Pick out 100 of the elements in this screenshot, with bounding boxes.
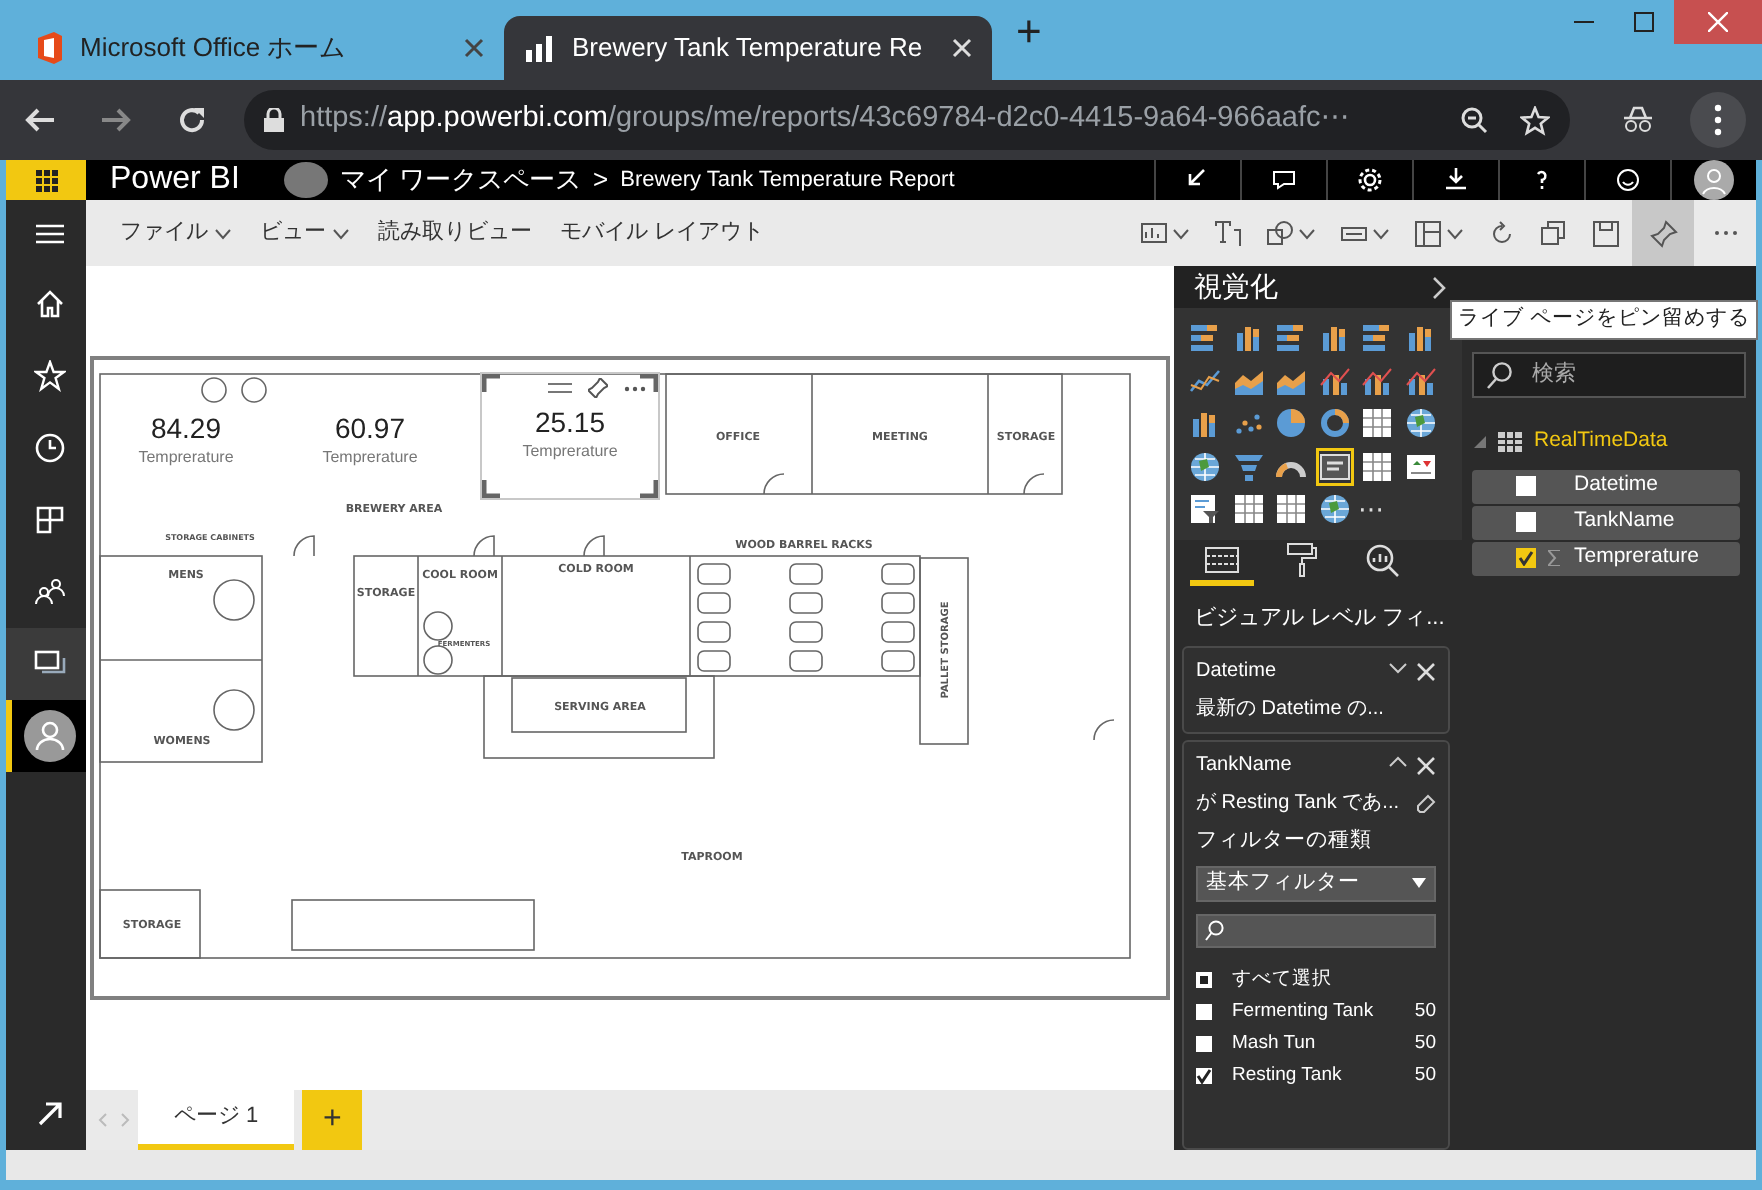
filter-card[interactable]: TankName が Resting Tank であ... フィルターの種類 基本フィルター すべて選択 Fermenting Tank 50 Mash Tun 50 Resting Tank 50 (1182, 740, 1450, 1150)
sigma-icon (1548, 550, 1562, 567)
eraser-icon[interactable] (1416, 793, 1436, 813)
back-icon[interactable] (24, 104, 56, 136)
page-tab[interactable]: ページ 1 (138, 1090, 295, 1150)
globe-icon[interactable] (1315, 490, 1353, 529)
address-bar[interactable]: https://app.powerbi.com/groups/me/reports/43c69784-d2c0-4415-9a64-966aafc⋯ (244, 90, 1570, 150)
more-icon[interactable] (624, 385, 646, 391)
maximize-icon[interactable] (1634, 12, 1654, 32)
star-icon[interactable] (1520, 105, 1550, 135)
menu-button[interactable]: モバイル レイアウト (546, 216, 779, 250)
pie-chart-icon[interactable] (1272, 404, 1310, 443)
menu-button[interactable]: ビュー (246, 216, 364, 250)
pane-title: 視覚化 (1194, 268, 1278, 306)
table-icon[interactable] (1358, 447, 1396, 486)
account-avatar-icon[interactable] (1692, 160, 1736, 200)
tooltip: ライブ ページをピン留めする (1450, 300, 1758, 340)
expanded-triangle-icon[interactable] (1474, 435, 1486, 448)
refresh-icon (1488, 219, 1516, 247)
field-item[interactable]: TankName (1472, 505, 1740, 540)
caret-icon (1298, 227, 1316, 239)
browser-tab[interactable]: Microsoft Office ホーム (16, 16, 504, 80)
drag-icon[interactable] (548, 380, 572, 396)
filter-type-dropdown[interactable]: 基本フィルター (1196, 865, 1436, 902)
app-launcher-button[interactable] (6, 160, 86, 200)
comment-icon[interactable] (1272, 168, 1296, 192)
menu-button[interactable]: ファイル (106, 216, 246, 250)
pin-icon[interactable] (588, 378, 608, 398)
forward-icon[interactable] (100, 104, 132, 136)
smiley-icon[interactable] (1616, 168, 1640, 192)
settings-icon[interactable] (1358, 168, 1382, 192)
dropdown-arrow-icon (1412, 878, 1426, 889)
shapes-icon (1266, 219, 1294, 247)
checkbox[interactable] (1516, 548, 1536, 569)
layout-icon (1414, 219, 1442, 247)
workspace-link[interactable]: マイ ワークスペース (339, 160, 582, 200)
nav-button[interactable] (6, 628, 86, 700)
extension-icon[interactable] (1622, 106, 1654, 134)
option-label: Mash Tun (1232, 1029, 1318, 1058)
chevron-right-icon[interactable] (1432, 275, 1446, 299)
text-box-icon (1214, 219, 1242, 247)
checkbox[interactable] (1196, 1067, 1212, 1084)
table-icon[interactable] (1272, 490, 1310, 529)
table-icon[interactable] (1229, 490, 1267, 529)
report-title: Brewery Tank Temperature Report (620, 165, 955, 196)
browser-tab[interactable]: Brewery Tank Temperature Re (504, 16, 992, 80)
table-icon[interactable] (1358, 404, 1396, 443)
filter-search-field[interactable] (1196, 913, 1436, 948)
download-icon[interactable] (1444, 168, 1468, 192)
waffle-icon (35, 169, 57, 191)
search-input[interactable]: 検索 (1528, 356, 1728, 394)
app-name: Power BI (110, 164, 240, 196)
slicer-icon[interactable] (1186, 490, 1224, 529)
filter-field-name: TankName (1196, 752, 1292, 780)
menu-button[interactable]: 読み取りビュー (364, 216, 546, 250)
card-icon[interactable] (1315, 447, 1353, 486)
caret-icon (1446, 227, 1464, 239)
field-item[interactable]: Temprerature (1472, 541, 1740, 576)
option-count: 50 (1414, 1061, 1436, 1090)
arrow-icon[interactable] (35, 1100, 63, 1128)
new-tab-button[interactable]: + (1008, 0, 1050, 72)
close-icon[interactable] (464, 38, 484, 58)
zoom-icon[interactable] (1460, 105, 1488, 133)
signal-bars-icon (524, 34, 556, 62)
donut-chart-icon[interactable] (1315, 404, 1353, 443)
field-item[interactable]: Datetime (1472, 469, 1740, 504)
reload-icon[interactable] (176, 104, 208, 136)
filter-card[interactable]: Datetime 最新の Datetime の... (1182, 646, 1450, 734)
caret-icon (1372, 227, 1390, 239)
checkbox[interactable] (1196, 1003, 1212, 1020)
menu-icon[interactable] (35, 224, 63, 244)
globe-icon[interactable] (1401, 404, 1439, 443)
toolbar-button[interactable] (1632, 200, 1694, 266)
option-count: 50 (1414, 997, 1436, 1026)
add-page-button[interactable]: + (302, 1090, 363, 1150)
duplicate-icon (1540, 219, 1568, 247)
search-icon (1486, 361, 1512, 389)
table-name[interactable]: RealTimeData (1534, 426, 1668, 458)
more-visuals-button[interactable]: ⋯ (1358, 496, 1401, 523)
clock-icon (33, 432, 65, 464)
globe-icon[interactable] (1186, 447, 1224, 486)
more-icon[interactable] (1714, 104, 1722, 136)
nav-button[interactable] (6, 700, 86, 772)
search-field[interactable]: 検索 (1472, 352, 1746, 398)
magnifier-chart-icon (1364, 541, 1400, 577)
chevron-down-icon[interactable] (1388, 661, 1408, 673)
breadcrumb-separator: > (593, 162, 609, 199)
chart-icon (1140, 219, 1168, 247)
chevron-up-icon[interactable] (1388, 755, 1408, 767)
card-visual[interactable]: 25.15 Temprerature (480, 372, 660, 500)
checkbox[interactable] (1196, 971, 1212, 988)
checkbox[interactable] (1516, 512, 1536, 533)
filter-summary: が Resting Tank であ... (1196, 790, 1400, 818)
card-value: 84.29 (150, 414, 222, 446)
url-text: https://app.powerbi.com/groups/me/reports/43c69784-d2c0-4415-9a64-966aafc⋯ (300, 100, 1350, 139)
checkbox[interactable] (1516, 476, 1536, 497)
card-value: 60.97 (334, 414, 406, 446)
checkbox[interactable] (1196, 1035, 1212, 1052)
table-icon (1498, 431, 1522, 452)
option-label: すべて選択 (1232, 965, 1334, 994)
